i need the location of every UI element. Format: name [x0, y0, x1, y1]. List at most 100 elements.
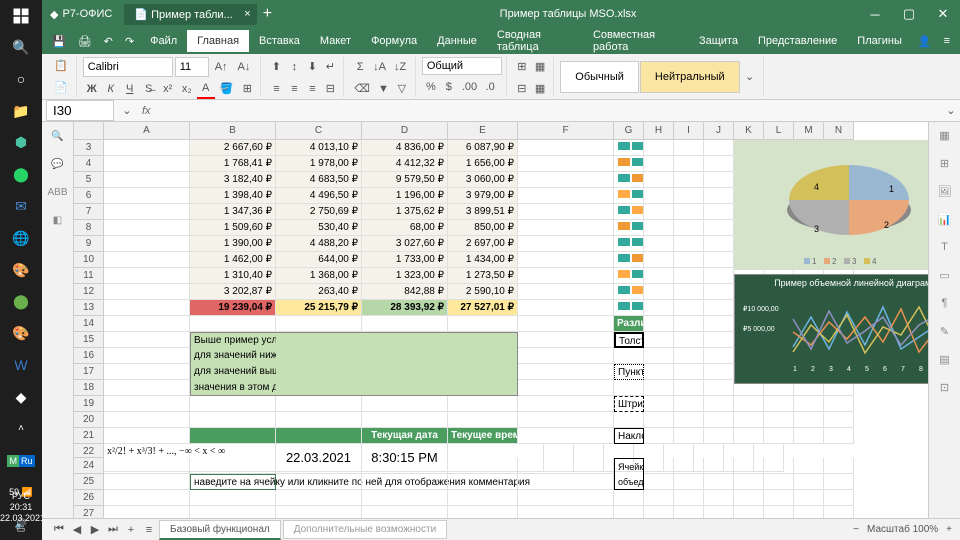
- menu-data[interactable]: Данные: [427, 30, 487, 52]
- undo-icon[interactable]: ↶: [98, 31, 119, 52]
- sheet-tab-2[interactable]: Дополнительные возможности: [283, 520, 447, 539]
- numfmt-select[interactable]: [422, 57, 502, 75]
- menu-more-icon[interactable]: ≡: [938, 31, 956, 51]
- new-tab-button[interactable]: +: [257, 5, 278, 23]
- close-button[interactable]: ✕: [926, 0, 960, 28]
- cortana-icon[interactable]: ○: [0, 64, 42, 96]
- rp10-icon[interactable]: ⊡: [936, 378, 954, 396]
- search-panel-icon[interactable]: 🔍: [48, 126, 68, 146]
- menu-home[interactable]: Главная: [187, 30, 249, 52]
- menu-view[interactable]: Представление: [748, 30, 847, 52]
- italic-button[interactable]: К: [102, 79, 120, 99]
- sheets-list-button[interactable]: ≡: [140, 520, 158, 540]
- dec-inc-button[interactable]: .00: [458, 77, 481, 97]
- super-button[interactable]: x²: [159, 79, 177, 99]
- rp3-icon[interactable]: 🖼: [936, 182, 954, 200]
- paste-button[interactable]: 📄: [50, 78, 72, 98]
- size-select[interactable]: [175, 57, 209, 77]
- clock[interactable]: РУС 20:31 22.03.2021 ▭: [0, 486, 42, 540]
- sheet-next-button[interactable]: ▶: [86, 520, 104, 540]
- menu-collab[interactable]: Совместная работа: [583, 24, 689, 58]
- sort-desc-button[interactable]: ↓Z: [390, 57, 410, 77]
- sum-button[interactable]: Σ: [351, 57, 369, 77]
- tray-lang-icon[interactable]: М Ru: [0, 445, 42, 477]
- sheet-last-button[interactable]: ⏭: [104, 520, 122, 540]
- tray-up-icon[interactable]: ˄: [0, 413, 42, 445]
- cellref-expand[interactable]: ⌄: [118, 101, 136, 121]
- whatsapp-icon[interactable]: ⬤: [0, 159, 42, 191]
- menu-plugins[interactable]: Плагины: [847, 30, 912, 52]
- filter2-button[interactable]: ▽: [393, 79, 411, 99]
- sub-button[interactable]: x₂: [178, 79, 196, 99]
- menu-formula[interactable]: Формула: [361, 30, 427, 52]
- rp5-icon[interactable]: T: [936, 238, 954, 256]
- sheet-tab-1[interactable]: Базовый функционал: [159, 520, 281, 540]
- search-icon[interactable]: 🔍: [0, 32, 42, 64]
- font-color-button[interactable]: A: [197, 79, 215, 99]
- cell-ref-input[interactable]: [46, 100, 114, 121]
- app-icon[interactable]: ⬢: [0, 127, 42, 159]
- clear-button[interactable]: ⌫: [350, 79, 374, 99]
- bold-button[interactable]: Ж: [83, 79, 101, 99]
- sheet-prev-button[interactable]: ◀: [68, 520, 86, 540]
- sort-asc-button[interactable]: ↓A: [369, 57, 390, 77]
- strike-button[interactable]: S̶: [140, 79, 158, 99]
- formula-input[interactable]: [157, 105, 942, 117]
- font-select[interactable]: [83, 57, 173, 77]
- lp-icon4[interactable]: ◧: [48, 210, 68, 230]
- save-icon[interactable]: 💾: [46, 31, 72, 52]
- align-top-button[interactable]: ⬆: [267, 57, 285, 77]
- close-tab-icon[interactable]: ×: [244, 8, 250, 20]
- rp6-icon[interactable]: ▭: [936, 266, 954, 284]
- palette-icon[interactable]: 🎨: [0, 318, 42, 350]
- merge-button[interactable]: ⊟: [321, 79, 339, 99]
- copy-button[interactable]: 📋: [50, 56, 72, 76]
- redo-icon[interactable]: ↷: [119, 31, 140, 52]
- mail-icon[interactable]: ✉: [0, 191, 42, 223]
- rp4-icon[interactable]: 📊: [936, 210, 954, 228]
- rp8-icon[interactable]: ✎: [936, 322, 954, 340]
- align-center-button[interactable]: ≡: [285, 79, 303, 99]
- underline-button[interactable]: Ч: [121, 79, 139, 99]
- app2-icon[interactable]: ⬤: [0, 286, 42, 318]
- wps-icon[interactable]: W: [0, 349, 42, 381]
- cell-settings-icon[interactable]: ▦: [936, 126, 954, 144]
- inc-font-button[interactable]: A↑: [211, 57, 232, 77]
- sheet-first-button[interactable]: ⏮: [50, 520, 68, 540]
- menu-layout[interactable]: Макет: [310, 30, 361, 52]
- fx-expand[interactable]: ⌄: [942, 101, 960, 121]
- cond-fmt-button[interactable]: ▦: [531, 57, 549, 77]
- menu-file[interactable]: Файл: [140, 30, 187, 52]
- comments-panel-icon[interactable]: 💬: [48, 154, 68, 174]
- line-chart[interactable]: Пример объемной линейной диаграммы ₽10 0…: [734, 274, 928, 384]
- align-right-button[interactable]: ≡: [303, 79, 321, 99]
- app-logo[interactable]: ◆ Р7-ОФИС: [42, 8, 120, 21]
- menu-insert[interactable]: Вставка: [249, 30, 310, 52]
- style-neutral[interactable]: Нейтральный: [640, 61, 740, 93]
- start-button[interactable]: [0, 0, 42, 32]
- percent-button[interactable]: %: [422, 77, 440, 97]
- align-mid-button[interactable]: ↕: [285, 57, 303, 77]
- borders-button[interactable]: ⊞: [238, 79, 256, 99]
- delete-cells-button[interactable]: ⊟: [513, 79, 531, 99]
- fill-color-button[interactable]: 🪣: [216, 79, 238, 99]
- rp2-icon[interactable]: ⊞: [936, 154, 954, 172]
- minimize-button[interactable]: ─: [858, 0, 892, 28]
- table-fmt-button[interactable]: ▦: [531, 79, 549, 99]
- style-normal[interactable]: Обычный: [560, 61, 639, 93]
- lp-icon3[interactable]: ABB: [48, 182, 68, 202]
- user-icon[interactable]: 👤: [912, 31, 938, 52]
- document-tab[interactable]: 📄 Пример табли...×: [124, 4, 256, 25]
- print-icon[interactable]: 🖨: [72, 31, 98, 52]
- zoom-in-button[interactable]: +: [946, 524, 952, 535]
- insert-cells-button[interactable]: ⊞: [513, 57, 531, 77]
- zoom-out-button[interactable]: −: [853, 524, 859, 535]
- styles-more-button[interactable]: ⌄: [741, 67, 759, 87]
- paint-icon[interactable]: 🎨: [0, 254, 42, 286]
- menu-protect[interactable]: Защита: [689, 30, 748, 52]
- maximize-button[interactable]: ▢: [892, 0, 926, 28]
- add-sheet-button[interactable]: +: [122, 520, 140, 540]
- menu-pivot[interactable]: Сводная таблица: [487, 24, 583, 58]
- app3-icon[interactable]: ◆: [0, 381, 42, 413]
- chrome-icon[interactable]: 🌐: [0, 222, 42, 254]
